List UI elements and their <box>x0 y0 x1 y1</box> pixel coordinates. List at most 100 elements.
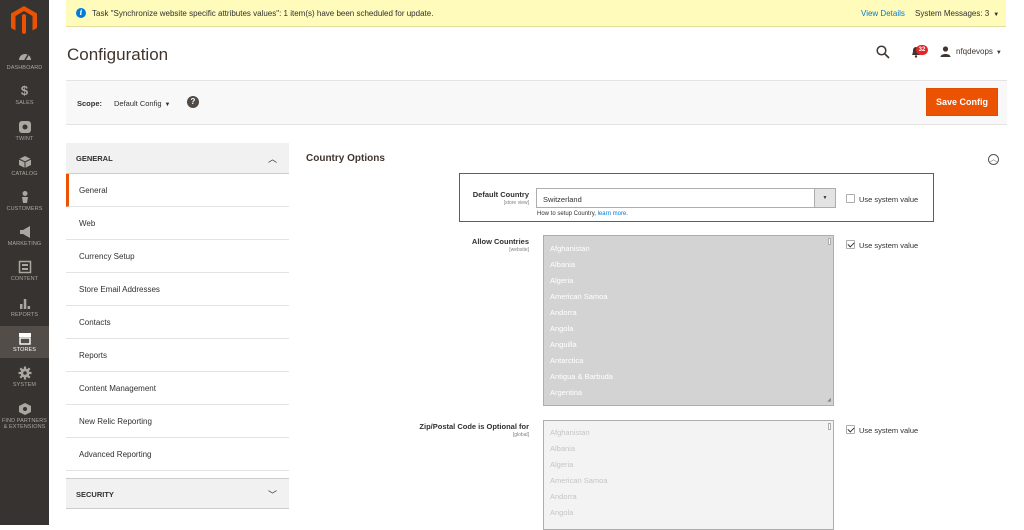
tab-group-general[interactable]: GENERAL ︿ <box>66 143 289 174</box>
config-tabs: GENERAL ︿ General Web Currency Setup Sto… <box>66 143 289 509</box>
list-item[interactable]: American Samoa <box>544 289 833 305</box>
field-scope: [store view] <box>503 200 529 206</box>
tab-label: Contacts <box>79 318 111 327</box>
list-item[interactable]: Afghanistan <box>544 241 833 257</box>
user-icon[interactable] <box>940 46 951 57</box>
list-item[interactable]: Argentina <box>544 385 833 401</box>
list-item[interactable]: Andorra <box>544 489 833 505</box>
checkbox[interactable] <box>846 194 855 203</box>
checkbox-label: Use system value <box>859 426 919 435</box>
system-notification-bar: i Task "Synchronize website specific att… <box>66 0 1006 27</box>
sidebar-item-label: SYSTEM <box>12 382 37 388</box>
sidebar-item-label: TWINT <box>15 136 34 142</box>
chevron-down-icon: ▼ <box>814 189 835 207</box>
store-icon <box>18 333 31 345</box>
tab-new-relic-reporting[interactable]: New Relic Reporting <box>66 405 289 438</box>
tab-currency-setup[interactable]: Currency Setup <box>66 240 289 273</box>
sidebar-item-reports[interactable]: REPORTS <box>0 296 49 322</box>
scrollbar[interactable] <box>828 423 831 430</box>
tab-label: New Relic Reporting <box>79 417 152 426</box>
list-item[interactable]: Albania <box>544 441 833 457</box>
system-messages-toggle[interactable]: System Messages: 3 ▼ <box>915 9 999 18</box>
tab-advanced-reporting[interactable]: Advanced Reporting <box>66 438 289 471</box>
system-messages-label: System Messages: 3 <box>915 9 990 18</box>
tab-group-label: SECURITY <box>76 490 114 499</box>
default-country-select[interactable]: Switzerland ▼ <box>536 188 836 208</box>
help-icon[interactable]: ? <box>187 96 199 108</box>
twint-icon <box>18 121 31 133</box>
dollar-icon: $ <box>20 83 29 98</box>
select-value: Switzerland <box>543 195 582 204</box>
default-country-label: Default Country [store view] <box>420 190 529 206</box>
tab-label: Web <box>79 219 96 228</box>
bar-chart-icon <box>19 299 30 309</box>
use-system-value-zip-optional[interactable]: Use system value <box>846 425 918 435</box>
field-scope: [website] <box>509 247 529 253</box>
list-item[interactable]: Afghanistan <box>544 425 833 441</box>
sidebar-item-content[interactable]: CONTENT <box>0 260 49 286</box>
view-details-link[interactable]: View Details <box>861 9 905 18</box>
field-note: How to setup Country, learn more. <box>537 211 628 217</box>
sidebar-item-marketing[interactable]: MARKETING <box>0 225 49 251</box>
sidebar-item-dashboard[interactable]: DASHBOARD <box>0 49 49 75</box>
allow-countries-multiselect[interactable]: Afghanistan Albania Algeria American Sam… <box>543 235 834 406</box>
section-title[interactable]: Country Options <box>306 153 385 164</box>
sidebar-item-label: SALES <box>15 100 34 106</box>
notification-count-badge[interactable]: 32 <box>916 45 928 55</box>
checkbox[interactable] <box>846 240 855 249</box>
note-text: How to setup Country, <box>537 211 596 217</box>
tab-content-management[interactable]: Content Management <box>66 372 289 405</box>
tab-reports[interactable]: Reports <box>66 339 289 372</box>
sidebar-item-twint[interactable]: TWINT <box>0 120 49 146</box>
list-item[interactable]: Albania <box>544 257 833 273</box>
checkbox-label: Use system value <box>859 241 919 250</box>
sidebar-item-find-partners[interactable]: FIND PARTNERS & EXTENSIONS <box>0 402 49 434</box>
scrollbar[interactable] <box>828 238 831 245</box>
sidebar-item-customers[interactable]: CUSTOMERS <box>0 190 49 216</box>
tab-contacts[interactable]: Contacts <box>66 306 289 339</box>
megaphone-icon <box>19 226 30 238</box>
list-item[interactable]: Andorra <box>544 305 833 321</box>
chevron-down-icon: ▼ <box>995 50 1002 56</box>
collapse-section-icon[interactable]: ︿ <box>988 154 999 165</box>
person-icon <box>21 191 28 203</box>
sidebar-item-system[interactable]: SYSTEM <box>0 366 49 392</box>
sidebar-item-sales[interactable]: $ SALES <box>0 84 49 110</box>
tab-label: Advanced Reporting <box>79 450 152 459</box>
list-item[interactable]: Anguilla <box>544 337 833 353</box>
gear-icon <box>18 366 31 380</box>
checkbox[interactable] <box>846 425 855 434</box>
tab-label: Currency Setup <box>79 252 135 261</box>
list-item[interactable]: Algeria <box>544 457 833 473</box>
scope-switcher[interactable]: Default Config ▼ <box>114 99 170 108</box>
list-item[interactable]: Algeria <box>544 273 833 289</box>
list-item[interactable]: American Samoa <box>544 473 833 489</box>
tab-web[interactable]: Web <box>66 207 289 240</box>
tab-store-email-addresses[interactable]: Store Email Addresses <box>66 273 289 306</box>
layout-icon <box>18 260 31 274</box>
sidebar-item-label: CUSTOMERS <box>6 206 43 212</box>
list-item[interactable]: Angola <box>544 321 833 337</box>
zip-optional-multiselect[interactable]: Afghanistan Albania Algeria American Sam… <box>543 420 834 530</box>
search-icon[interactable] <box>876 45 890 59</box>
tab-label: Reports <box>79 351 108 360</box>
sidebar-item-label: DASHBOARD <box>6 65 43 71</box>
resize-handle-icon[interactable]: ◢ <box>827 397 831 403</box>
list-item[interactable]: Antarctica <box>544 353 833 369</box>
list-item[interactable]: Angola <box>544 505 833 521</box>
list-item[interactable]: Antigua & Barbuda <box>544 369 833 385</box>
tab-group-security[interactable]: SECURITY ﹀ <box>66 478 289 509</box>
admin-user-menu[interactable]: nfqdevops ▼ <box>956 47 1002 56</box>
sidebar-item-catalog[interactable]: CATALOG <box>0 155 49 181</box>
sidebar-item-stores[interactable]: STORES <box>0 326 49 358</box>
magento-logo[interactable] <box>11 6 37 34</box>
use-system-value-default-country[interactable]: Use system value <box>846 194 918 204</box>
extensions-icon <box>18 403 31 415</box>
info-icon: i <box>76 8 86 18</box>
use-system-value-allow-countries[interactable]: Use system value <box>846 240 918 250</box>
learn-more-link[interactable]: learn more. <box>598 211 628 217</box>
chevron-up-icon: ︿ <box>267 154 277 164</box>
tab-general[interactable]: General <box>66 174 289 207</box>
tab-label: Content Management <box>79 384 156 393</box>
save-config-button[interactable]: Save Config <box>926 88 998 116</box>
